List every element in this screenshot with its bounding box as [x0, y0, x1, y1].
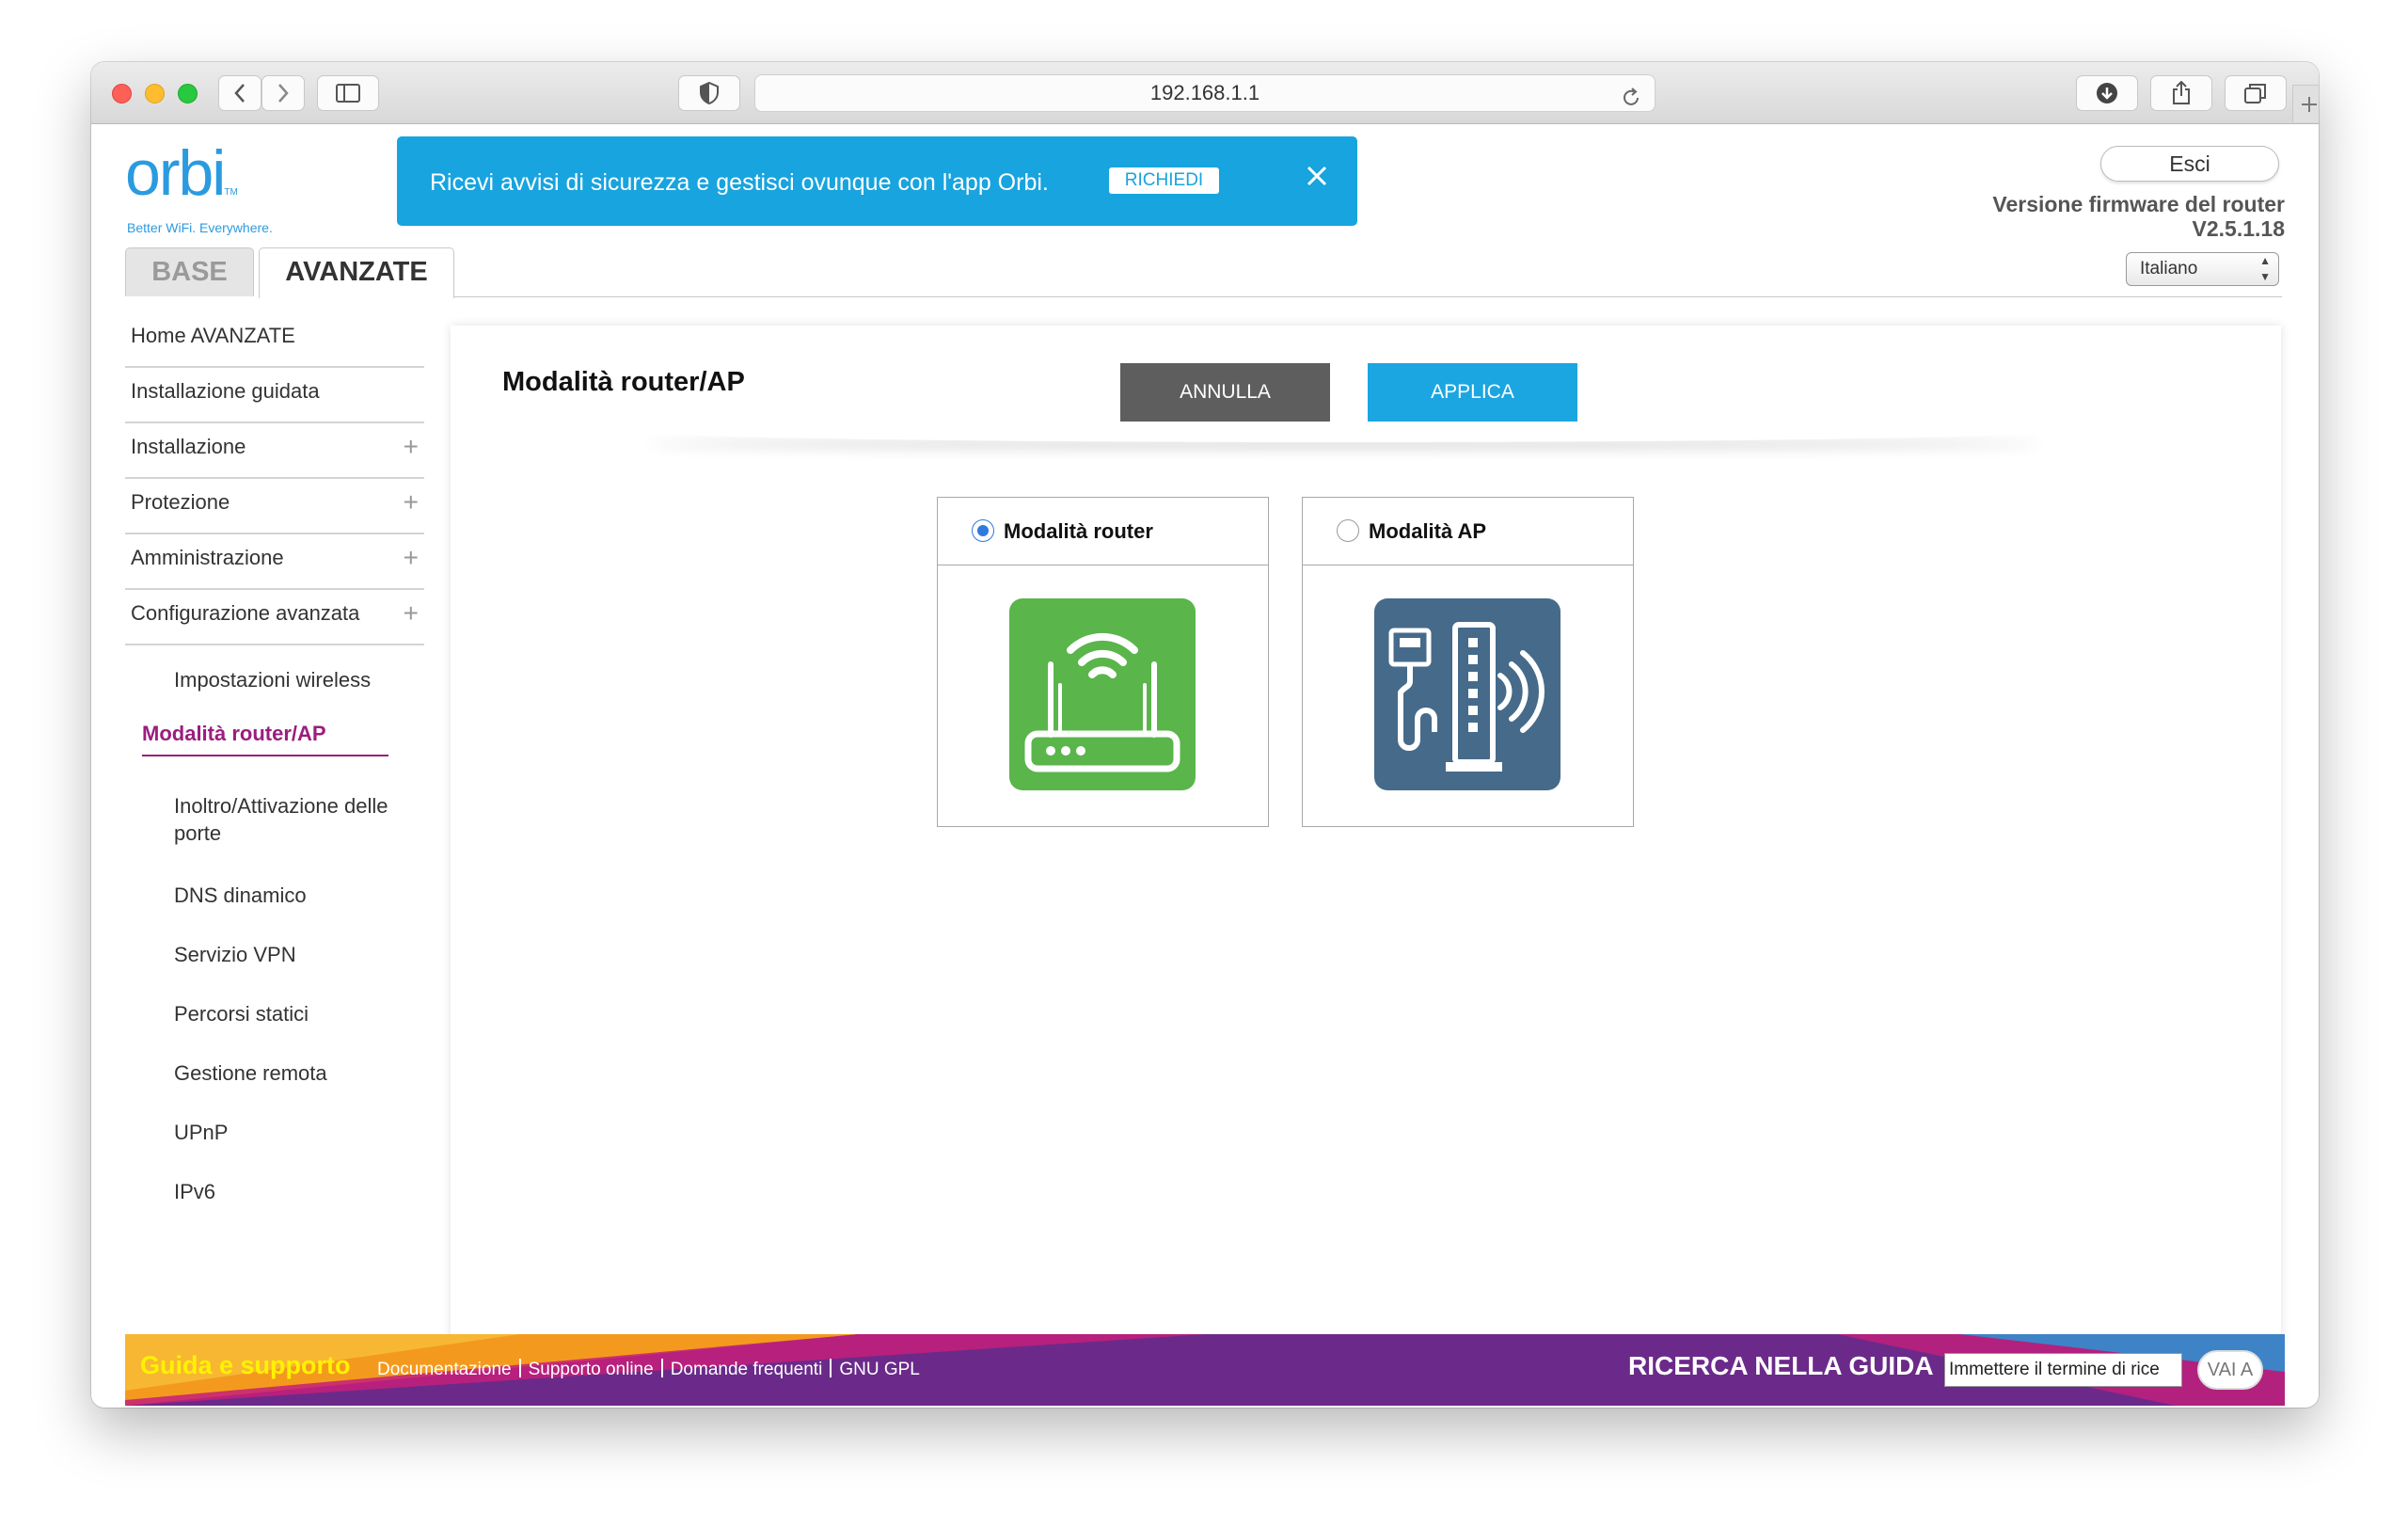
shield-icon: [700, 82, 719, 104]
subnav-router-ap-mode[interactable]: Modalità router/AP: [142, 720, 388, 757]
firmware-version: V2.5.1.18: [2192, 216, 2285, 242]
router-mode-card[interactable]: Modalità router: [937, 497, 1269, 827]
page-content: orbiTM Better WiFi. Everywhere. Ricevi a…: [91, 124, 2319, 1408]
subnav-vpn-service[interactable]: Servizio VPN: [174, 941, 419, 968]
subnav-dynamic-dns[interactable]: DNS dinamico: [174, 882, 419, 909]
cancel-button[interactable]: ANNULLA: [1120, 363, 1330, 422]
chevron-left-icon: [234, 84, 245, 103]
sidebar-item-home[interactable]: Home AVANZATE: [125, 312, 424, 368]
sidebar-item-administration[interactable]: Amministrazione +: [125, 534, 424, 590]
share-button[interactable]: [2150, 75, 2212, 111]
router-mode-radio[interactable]: [972, 519, 994, 542]
help-search-label: RICERCA NELLA GUIDA: [1628, 1351, 1934, 1380]
expand-plus-icon[interactable]: +: [404, 534, 419, 581]
help-search-input[interactable]: Immettere il termine di rice: [1944, 1353, 2182, 1387]
ap-mode-header[interactable]: Modalità AP: [1303, 498, 1633, 565]
logo-trademark: TM: [224, 187, 238, 198]
address-bar[interactable]: 192.168.1.1: [754, 74, 1656, 112]
subnav-port-forwarding[interactable]: Inoltro/Attivazione delle porte: [174, 792, 409, 847]
downloads-button[interactable]: [2076, 75, 2138, 111]
sidebar-item-label: Installazione guidata: [131, 379, 320, 403]
footer-links: Documentazione Supporto online Domande fre…: [377, 1359, 920, 1380]
download-icon: [2097, 83, 2117, 103]
url-text: 192.168.1.1: [1149, 81, 1260, 104]
sidebar-toggle-button[interactable]: [317, 75, 379, 111]
app-promo-banner: Ricevi avvisi di sicurezza e gestisci ov…: [397, 136, 1357, 226]
footer-link-gpl[interactable]: GNU GPL: [839, 1360, 920, 1379]
expand-plus-icon[interactable]: +: [404, 479, 419, 526]
subnav-ipv6[interactable]: IPv6: [174, 1178, 419, 1205]
plus-icon: [2301, 96, 2317, 112]
orbi-logo[interactable]: orbiTM: [125, 141, 238, 205]
page-title: Modalità router/AP: [502, 367, 745, 397]
reload-icon: [1624, 88, 1639, 105]
banner-close-button[interactable]: [1306, 165, 1328, 192]
footer-link-faq[interactable]: Domande frequenti: [671, 1360, 823, 1379]
language-value: Italiano: [2140, 259, 2198, 279]
browser-toolbar: 192.168.1.1: [91, 62, 2319, 124]
footer-link-online-support[interactable]: Supporto online: [529, 1360, 654, 1379]
chevron-right-icon: [278, 84, 289, 103]
help-footer: Guida e supporto Documentazione Supporto …: [125, 1334, 2285, 1406]
share-icon: [2173, 81, 2190, 104]
close-icon: [1307, 166, 1327, 186]
sidebar-item-label: Configurazione avanzata: [131, 601, 360, 625]
help-search-go-button[interactable]: VAI A: [2197, 1350, 2263, 1390]
back-button[interactable]: [218, 75, 261, 111]
subnav-upnp[interactable]: UPnP: [174, 1119, 419, 1146]
footer-title: Guida e supporto: [140, 1351, 351, 1379]
zoom-window-button[interactable]: [178, 84, 198, 103]
minimize-window-button[interactable]: [145, 84, 165, 103]
tabs-icon: [2244, 84, 2266, 103]
language-select[interactable]: Italiano ▲ ▼: [2126, 252, 2279, 286]
apply-button[interactable]: APPLICA: [1368, 363, 1577, 422]
logo-wordmark: orbi: [125, 137, 226, 209]
browser-window: 192.168.1.1 orbiTM Better WiFi. Everywhe…: [91, 62, 2319, 1408]
sidebar-item-label: Installazione: [131, 435, 246, 458]
forward-button[interactable]: [261, 75, 305, 111]
close-window-button[interactable]: [112, 84, 132, 103]
banner-get-app-button[interactable]: RICHIEDI: [1109, 167, 1219, 194]
subnav-wireless-settings[interactable]: Impostazioni wireless: [174, 666, 419, 693]
router-mode-label: Modalità router: [1004, 519, 1153, 543]
expand-plus-icon[interactable]: +: [404, 590, 419, 637]
router-mode-header[interactable]: Modalità router: [938, 498, 1268, 565]
sidebar-item-setup-wizard[interactable]: Installazione guidata: [125, 368, 424, 423]
sidebar-item-setup[interactable]: Installazione +: [125, 423, 424, 479]
main-panel: Modalità router/AP ANNULLA APPLICA Modal…: [451, 326, 2281, 1351]
link-separator: [830, 1359, 832, 1377]
sidebar-item-label: Home AVANZATE: [131, 324, 295, 347]
sidebar-item-advanced-setup[interactable]: Configurazione avanzata +: [125, 590, 424, 645]
sidebar-icon: [336, 84, 360, 103]
footer-link-documentation[interactable]: Documentazione: [377, 1360, 512, 1379]
sidebar-item-label: Protezione: [131, 490, 230, 514]
ap-mode-radio[interactable]: [1337, 519, 1359, 542]
firmware-info: Versione firmware del router V2.5.1.18: [1992, 192, 2285, 242]
link-separator: [518, 1359, 521, 1377]
subnav-static-routes[interactable]: Percorsi statici: [174, 1000, 419, 1027]
ap-mode-label: Modalità AP: [1369, 519, 1487, 543]
logo-tagline: Better WiFi. Everywhere.: [127, 220, 273, 235]
sidebar-nav: Home AVANZATE Installazione guidata Inst…: [125, 312, 447, 1408]
router-icon: [1009, 598, 1196, 790]
firmware-label: Versione firmware del router: [1992, 192, 2285, 216]
tab-advanced[interactable]: AVANZATE: [259, 247, 454, 298]
ap-mode-card[interactable]: Modalità AP: [1302, 497, 1634, 827]
logout-button[interactable]: Esci: [2100, 146, 2279, 182]
tab-base[interactable]: BASE: [125, 247, 254, 296]
sidebar-item-label: Amministrazione: [131, 546, 284, 569]
access-point-icon: [1374, 598, 1560, 790]
show-tabs-button[interactable]: [2225, 75, 2287, 111]
subnav-remote-management[interactable]: Gestione remota: [174, 1059, 419, 1087]
reload-button[interactable]: [1621, 84, 1641, 119]
header-divider: [639, 420, 2050, 442]
privacy-report-button[interactable]: [678, 75, 740, 111]
expand-plus-icon[interactable]: +: [404, 423, 419, 470]
sidebar-item-security[interactable]: Protezione +: [125, 479, 424, 534]
select-arrows-icon: ▲ ▼: [2259, 254, 2271, 283]
link-separator: [660, 1359, 663, 1377]
banner-text: Ricevi avvisi di sicurezza e gestisci ov…: [430, 169, 1049, 196]
new-tab-button[interactable]: [2292, 85, 2319, 122]
tab-divider: [453, 296, 2282, 297]
